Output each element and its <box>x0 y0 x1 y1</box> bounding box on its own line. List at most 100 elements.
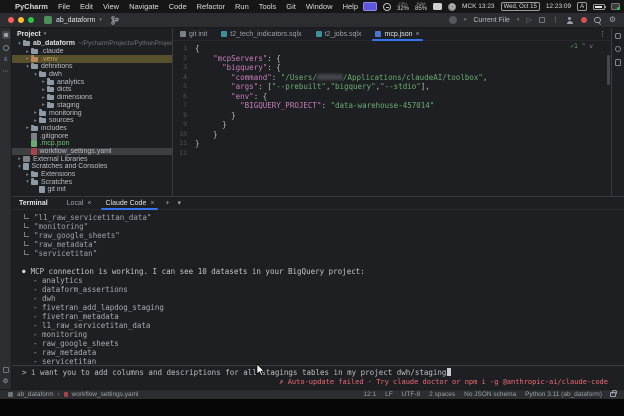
menu-navigate[interactable]: Navigate <box>124 2 164 11</box>
expand-arrow-icon[interactable]: ▸ <box>40 102 47 108</box>
collapse-arrow-icon[interactable]: ▾ <box>16 164 23 170</box>
globe-icon[interactable] <box>448 3 456 11</box>
tree-item-scratches-and-consoles[interactable]: ▾Scratches and Consoles <box>12 163 172 171</box>
menu-run[interactable]: Run <box>230 2 254 11</box>
tree-item-ab-dataform[interactable]: ▾ab_dataform~/PycharmProjects/PythonProj… <box>12 40 172 48</box>
code-with-me-icon[interactable] <box>566 16 574 24</box>
next-problem-icon[interactable]: v <box>589 42 593 52</box>
tree-item-definitions[interactable]: ▾definitions <box>12 63 172 71</box>
expand-arrow-icon[interactable]: ▸ <box>40 87 47 93</box>
close-icon[interactable]: × <box>87 200 91 207</box>
collapse-arrow-icon[interactable]: ▾ <box>16 41 23 47</box>
project-tool-window-icon[interactable] <box>2 31 10 39</box>
database-tool-window-icon[interactable] <box>615 59 621 66</box>
stop-button[interactable] <box>539 17 545 23</box>
expand-arrow-icon[interactable]: ▸ <box>40 79 47 85</box>
screen-recording-icon[interactable] <box>363 2 377 11</box>
new-terminal-tab-icon[interactable]: + <box>161 200 173 207</box>
collapse-arrow-icon[interactable]: ▾ <box>32 72 39 78</box>
tree-item-sources[interactable]: ▸sources <box>12 117 172 125</box>
battery-icon[interactable] <box>593 4 605 10</box>
menu-refactor[interactable]: Refactor <box>192 2 230 11</box>
tree-item-scratches[interactable]: ▾Scratches <box>12 178 172 186</box>
tree-item-venv[interactable]: ▸.venv <box>12 55 172 63</box>
menu-tools[interactable]: Tools <box>254 2 282 11</box>
menu-edit[interactable]: Edit <box>75 2 98 11</box>
tree-item-analytics[interactable]: ▸analytics <box>12 78 172 86</box>
menu-pycharm[interactable]: PyCharm <box>10 2 53 11</box>
zoom-window-button[interactable] <box>28 17 34 23</box>
minimize-window-button[interactable] <box>18 17 24 23</box>
expand-arrow-icon[interactable]: ▸ <box>24 125 31 131</box>
tree-item-mcp-json[interactable]: .mcp.json <box>12 140 172 148</box>
tree-item-dwh[interactable]: ▾dwh <box>12 71 172 79</box>
services-tool-window-icon[interactable]: ⚙ <box>3 379 9 386</box>
menu-file[interactable]: File <box>53 2 75 11</box>
status-lf[interactable]: LF <box>385 391 393 398</box>
prompt-input[interactable]: i want you to add columns and descriptio… <box>27 368 447 377</box>
claude-prompt-row[interactable]: > i want you to add columns and descript… <box>12 365 624 378</box>
focus-mode-icon[interactable] <box>383 3 391 11</box>
tree-item-claude[interactable]: ▸.claude <box>12 48 172 56</box>
tree-item-dicts[interactable]: ▸dicts <box>12 86 172 94</box>
display-icon[interactable] <box>433 3 442 10</box>
tree-item-workflow-settings-yaml[interactable]: workflow_settings.yaml <box>12 148 172 156</box>
git-branch-icon[interactable] <box>111 16 119 25</box>
terminal-tool-window-icon[interactable] <box>3 367 9 373</box>
status-python-3-11-ab-dataform[interactable]: Python 3.11 (ab_dataform) <box>525 391 602 398</box>
tree-item-extensions[interactable]: ▸Extensions <box>12 171 172 179</box>
status-no-json-schema[interactable]: No JSON schema <box>464 391 516 398</box>
expand-arrow-icon[interactable]: ▸ <box>24 172 31 178</box>
close-icon[interactable]: × <box>416 31 420 38</box>
close-window-button[interactable] <box>8 17 14 23</box>
terminal-tab-claude-code[interactable]: Claude Code× <box>98 197 161 209</box>
breadcrumb-file[interactable]: workflow_settings.yaml <box>72 391 139 398</box>
record-icon[interactable] <box>581 17 587 23</box>
editor-body[interactable]: ✓1 ^ v 1{2 "mcpServers": {3 "bigquery": … <box>173 41 611 196</box>
breadcrumb-project[interactable]: ab_dataform <box>17 391 54 398</box>
inspections-widget[interactable]: ✓1 ^ v <box>571 42 594 52</box>
tree-item-git-init[interactable]: git init <box>12 186 172 194</box>
lock-icon[interactable] <box>610 392 616 397</box>
avatar[interactable] <box>449 16 457 24</box>
menu-code[interactable]: Code <box>164 2 192 11</box>
tree-item-staging[interactable]: ▸staging <box>12 102 172 110</box>
search-everywhere-icon[interactable] <box>594 16 602 24</box>
settings-gear-icon[interactable]: ⚙ <box>609 16 616 24</box>
breadcrumb[interactable]: ab_dataform › workflow_settings.yaml <box>8 391 139 398</box>
menu-help[interactable]: Help <box>338 2 363 11</box>
editor-tab-t2-tech-indicators-sqlx[interactable]: t2_tech_indicators.sqlx <box>214 28 308 40</box>
expand-arrow-icon[interactable]: ▸ <box>24 56 31 62</box>
menu-git[interactable]: Git <box>281 2 301 11</box>
editor-tab-t2-jobs-sqlx[interactable]: t2_jobs.sqlx <box>309 28 369 40</box>
more-tool-windows-icon[interactable]: ⋯ <box>3 69 9 75</box>
cpu-stat[interactable]: CPU 32% <box>397 2 409 12</box>
expand-arrow-icon[interactable]: ▸ <box>32 118 39 124</box>
tree-item-gitignore[interactable]: .gitignore <box>12 132 172 140</box>
expand-arrow-icon[interactable]: ▸ <box>32 110 39 116</box>
status-2-spaces[interactable]: 2 spaces <box>429 391 455 398</box>
tree-item-external-libraries[interactable]: ▸External Libraries <box>12 155 172 163</box>
collapse-arrow-icon[interactable]: ▾ <box>24 64 31 70</box>
notifications-icon[interactable] <box>615 33 621 39</box>
more-actions-icon[interactable]: ⋮ <box>552 16 559 24</box>
tab-list-icon[interactable]: ⋮ <box>599 30 611 38</box>
expand-arrow-icon[interactable]: ▸ <box>24 49 31 55</box>
expand-arrow-icon[interactable]: ▸ <box>16 156 23 162</box>
run-config-selector[interactable]: Current File <box>473 17 510 24</box>
ram-stat[interactable]: RAM 85% <box>415 2 427 12</box>
keyboard-icon[interactable] <box>611 3 620 10</box>
status-utf-8[interactable]: UTF-8 <box>402 391 420 398</box>
structure-tool-window-icon[interactable]: ≡ <box>4 57 8 63</box>
terminal-output[interactable]: "l1_raw_servicetitan_data""monitoring""r… <box>12 210 624 365</box>
status-12-1[interactable]: 12:1 <box>363 391 376 398</box>
collapse-arrow-icon[interactable]: ▾ <box>24 179 31 185</box>
input-source-icon[interactable]: A <box>577 2 587 11</box>
terminal-tab-local[interactable]: Local× <box>60 197 99 209</box>
commit-tool-window-icon[interactable] <box>3 45 9 51</box>
run-button[interactable]: ▷ <box>526 17 531 24</box>
project-name-widget[interactable]: ab_dataform <box>56 17 95 24</box>
editor-tab-mcp-json[interactable]: mcp.json× <box>368 28 426 40</box>
ai-assistant-icon[interactable] <box>615 46 621 52</box>
tree-item-monitoring[interactable]: ▸monitoring <box>12 109 172 117</box>
